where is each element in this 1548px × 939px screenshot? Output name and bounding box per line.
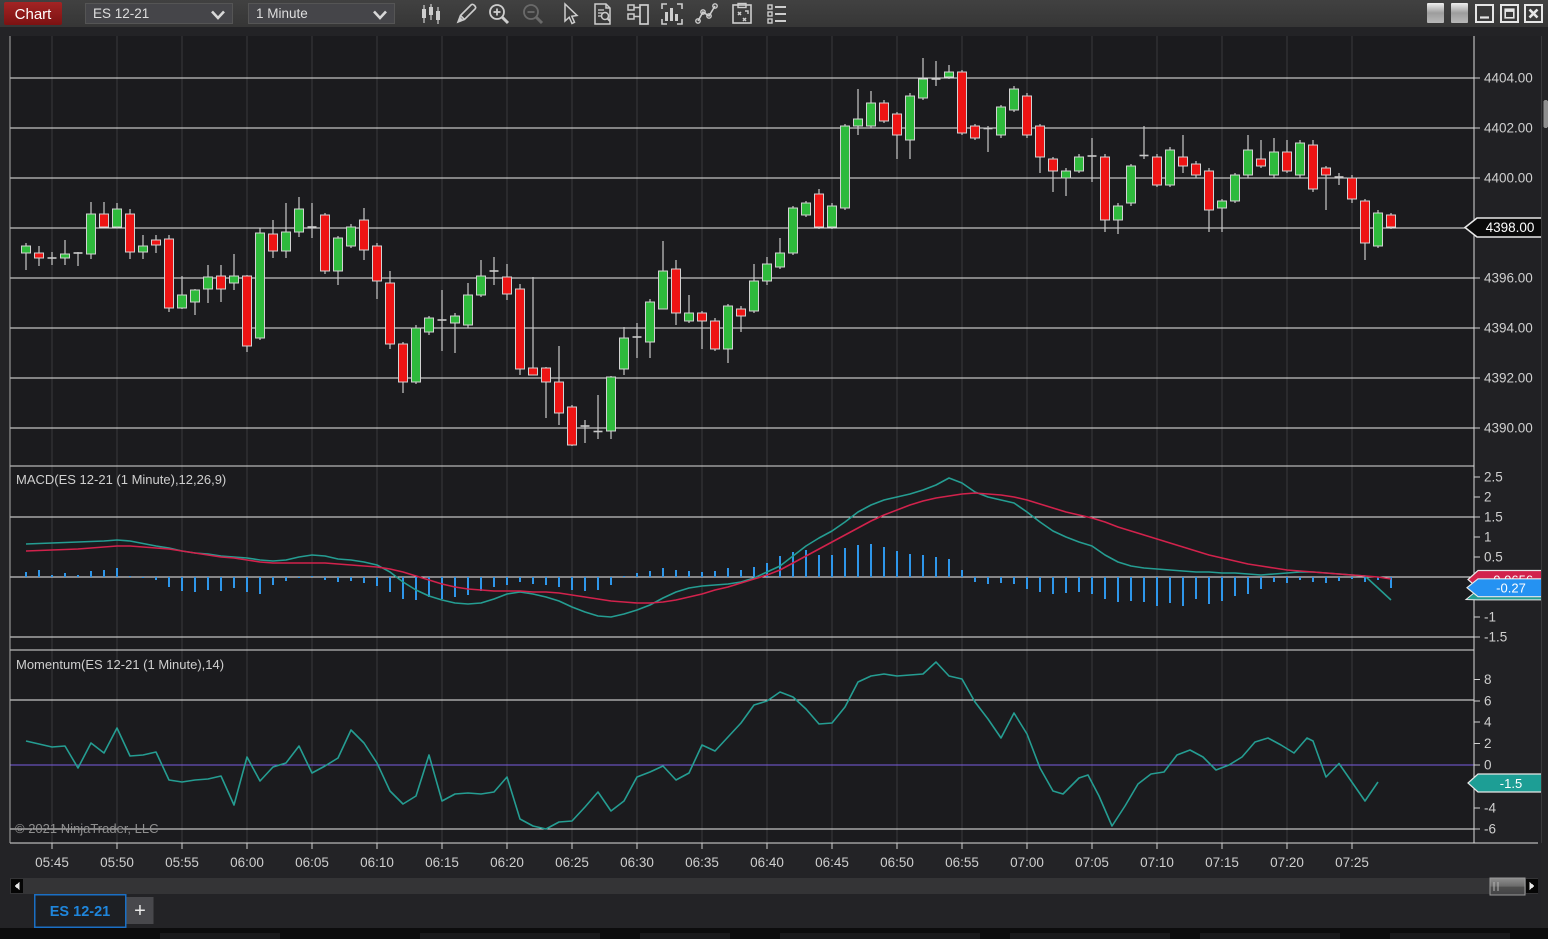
svg-text:© 2021 NinjaTrader, LLC: © 2021 NinjaTrader, LLC — [15, 821, 159, 836]
svg-text:Momentum(ES 12-21 (1 Minute),1: Momentum(ES 12-21 (1 Minute),14) — [16, 657, 224, 672]
svg-text:+: + — [134, 900, 146, 922]
svg-text:4404.00: 4404.00 — [1484, 71, 1533, 86]
svg-text:4400.00: 4400.00 — [1484, 171, 1533, 186]
svg-text:ES 12-21: ES 12-21 — [50, 904, 110, 920]
svg-text:05:45: 05:45 — [35, 855, 69, 870]
svg-text:07:20: 07:20 — [1270, 855, 1304, 870]
svg-text:06:00: 06:00 — [230, 855, 264, 870]
svg-text:4402.00: 4402.00 — [1484, 121, 1533, 136]
svg-text:0: 0 — [1484, 758, 1492, 773]
svg-text:ES 12-21: ES 12-21 — [93, 6, 149, 21]
svg-text:0.5: 0.5 — [1484, 550, 1503, 565]
svg-text:Chart: Chart — [15, 6, 53, 23]
svg-text:-0.27: -0.27 — [1496, 581, 1526, 596]
svg-text:1.5: 1.5 — [1484, 510, 1503, 525]
svg-text:06:50: 06:50 — [880, 855, 914, 870]
svg-text:-1.5: -1.5 — [1484, 630, 1507, 645]
svg-text:-1.5: -1.5 — [1500, 776, 1522, 791]
svg-text:06:40: 06:40 — [750, 855, 784, 870]
svg-text:06:15: 06:15 — [425, 855, 459, 870]
svg-text:06:35: 06:35 — [685, 855, 719, 870]
svg-text:07:10: 07:10 — [1140, 855, 1174, 870]
svg-text:06:55: 06:55 — [945, 855, 979, 870]
svg-text:MACD(ES 12-21 (1 Minute),12,26: MACD(ES 12-21 (1 Minute),12,26,9) — [16, 472, 226, 487]
svg-text:07:05: 07:05 — [1075, 855, 1109, 870]
svg-text:05:50: 05:50 — [100, 855, 134, 870]
svg-text:06:30: 06:30 — [620, 855, 654, 870]
svg-text:06:10: 06:10 — [360, 855, 394, 870]
svg-text:07:15: 07:15 — [1205, 855, 1239, 870]
svg-text:4390.00: 4390.00 — [1484, 421, 1533, 436]
svg-text:4398.00: 4398.00 — [1486, 220, 1535, 235]
svg-text:4394.00: 4394.00 — [1484, 321, 1533, 336]
svg-text:06:45: 06:45 — [815, 855, 849, 870]
svg-text:1 Minute: 1 Minute — [256, 6, 308, 21]
svg-text:07:00: 07:00 — [1010, 855, 1044, 870]
svg-text:06:05: 06:05 — [295, 855, 329, 870]
svg-text:2: 2 — [1484, 736, 1492, 751]
svg-text:2.5: 2.5 — [1484, 470, 1503, 485]
svg-text:06:25: 06:25 — [555, 855, 589, 870]
svg-text:2: 2 — [1484, 490, 1492, 505]
svg-text:8: 8 — [1484, 672, 1492, 687]
svg-text:-4: -4 — [1484, 800, 1496, 815]
svg-text:1: 1 — [1484, 530, 1492, 545]
svg-text:-1: -1 — [1484, 610, 1496, 625]
svg-text:4396.00: 4396.00 — [1484, 271, 1533, 286]
svg-text:6: 6 — [1484, 693, 1492, 708]
svg-text:4: 4 — [1484, 715, 1492, 730]
svg-text:4392.00: 4392.00 — [1484, 371, 1533, 386]
svg-text:-6: -6 — [1484, 822, 1496, 837]
svg-text:06:20: 06:20 — [490, 855, 524, 870]
svg-text:05:55: 05:55 — [165, 855, 199, 870]
svg-text:07:25: 07:25 — [1335, 855, 1369, 870]
